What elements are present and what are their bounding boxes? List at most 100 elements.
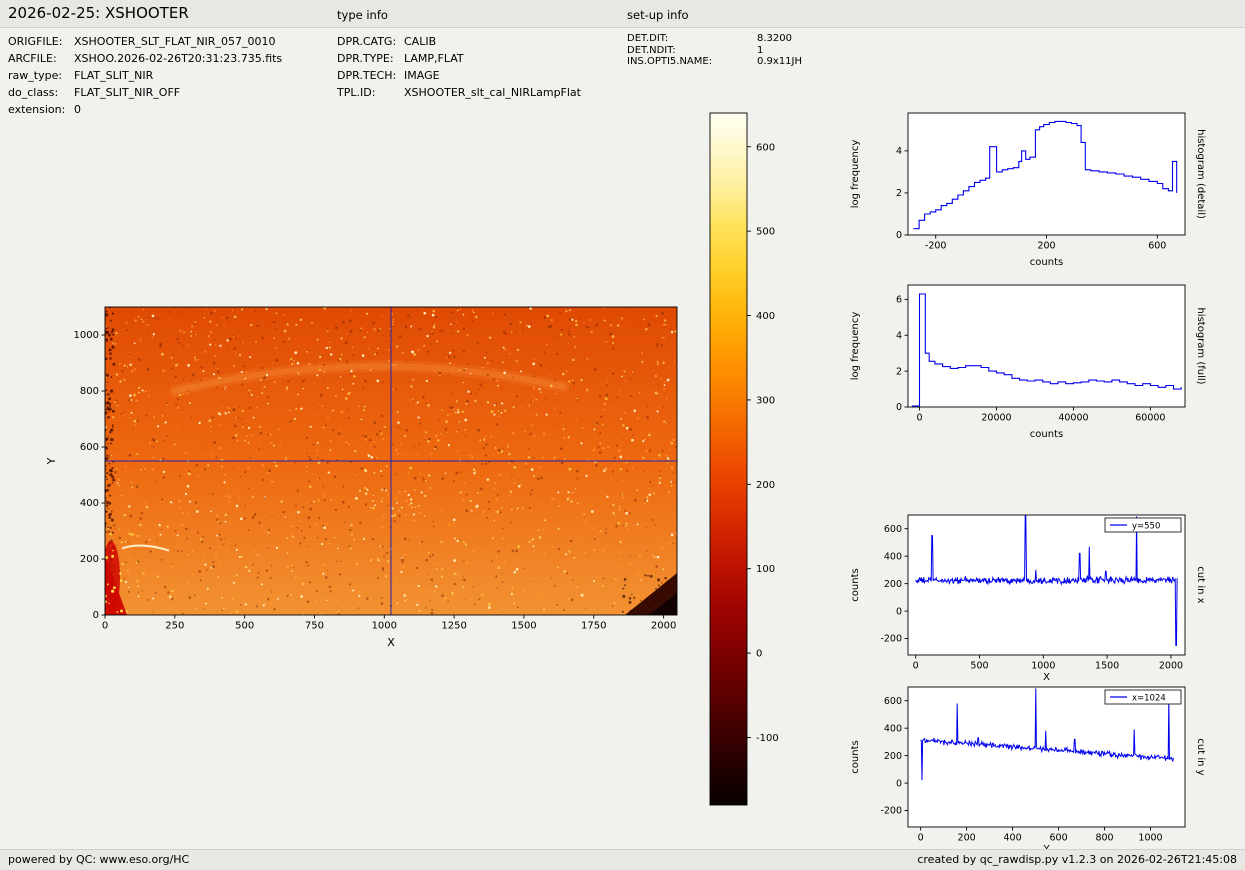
info-row: DPR.TECH:IMAGE	[337, 67, 581, 84]
svg-text:cut in x: cut in x	[1195, 566, 1206, 603]
info-value: 0	[74, 101, 81, 118]
svg-text:0: 0	[93, 610, 99, 621]
info-value: CALIB	[404, 33, 436, 50]
svg-text:400: 400	[884, 723, 902, 734]
svg-text:400: 400	[756, 311, 775, 322]
info-row: DPR.CATG:CALIB	[337, 33, 581, 50]
svg-text:1000: 1000	[1138, 833, 1162, 844]
svg-text:750: 750	[305, 621, 324, 632]
svg-text:4: 4	[896, 330, 902, 341]
svg-text:600: 600	[884, 524, 902, 535]
info-value: FLAT_SLIT_NIR	[74, 67, 153, 84]
file-info-block: ORIGFILE:XSHOOTER_SLT_FLAT_NIR_057_0010A…	[8, 33, 282, 118]
svg-text:600: 600	[756, 142, 775, 153]
raw-image-plot: 0250500750100012501500175020000200400600…	[30, 288, 710, 658]
svg-text:600: 600	[1148, 241, 1166, 252]
svg-text:1250: 1250	[441, 621, 466, 632]
info-label: DPR.TECH:	[337, 67, 404, 84]
cut-in-y-plot: 02004006008001000-2000200400600Ycountscu…	[845, 672, 1210, 857]
info-row: TPL.ID:XSHOOTER_slt_cal_NIRLampFlat	[337, 84, 581, 101]
svg-text:1500: 1500	[1095, 661, 1119, 672]
svg-text:0: 0	[896, 778, 902, 789]
svg-text:1000: 1000	[1031, 661, 1055, 672]
info-row: raw_type:FLAT_SLIT_NIR	[8, 67, 282, 84]
info-value: 1	[757, 45, 763, 57]
info-label: ORIGFILE:	[8, 33, 74, 50]
svg-text:1000: 1000	[372, 621, 397, 632]
info-row: DET.DIT:8.3200	[627, 33, 802, 45]
svg-text:0: 0	[756, 649, 762, 660]
svg-text:4: 4	[896, 146, 902, 157]
info-label: INS.OPTI5.NAME:	[627, 56, 757, 68]
info-value: FLAT_SLIT_NIR_OFF	[74, 84, 180, 101]
setup-info-block: DET.DIT:8.3200DET.NDIT:1INS.OPTI5.NAME:0…	[627, 33, 802, 68]
info-row: ARCFILE:XSHOO.2026-02-26T20:31:23.735.fi…	[8, 50, 282, 67]
svg-text:6: 6	[896, 295, 902, 306]
svg-text:0: 0	[913, 661, 919, 672]
info-label: DET.NDIT:	[627, 45, 757, 57]
info-value: XSHOOTER_slt_cal_NIRLampFlat	[404, 84, 581, 101]
svg-text:2: 2	[896, 366, 902, 377]
info-label: DET.DIT:	[627, 33, 757, 45]
svg-text:40000: 40000	[1058, 413, 1088, 424]
qc-report-page: 2026-02-25: XSHOOTER type info set-up in…	[0, 0, 1245, 870]
header-bar: 2026-02-25: XSHOOTER type info set-up in…	[0, 0, 1245, 28]
cut-in-x-plot: 0500100015002000-2000200400600Xcountscut…	[845, 500, 1210, 685]
info-row: extension:0	[8, 101, 282, 118]
svg-text:1750: 1750	[581, 621, 606, 632]
info-value: 0.9x11JH	[757, 56, 802, 68]
svg-text:histogram (detail): histogram (detail)	[1195, 129, 1206, 219]
svg-text:y=550: y=550	[1132, 522, 1160, 532]
svg-text:500: 500	[756, 227, 775, 238]
info-value: IMAGE	[404, 67, 440, 84]
info-value: LAMP,FLAT	[404, 50, 464, 67]
svg-text:1500: 1500	[511, 621, 536, 632]
svg-text:log frequency: log frequency	[850, 312, 861, 381]
info-value: XSHOO.2026-02-26T20:31:23.735.fits	[74, 50, 282, 67]
info-row: INS.OPTI5.NAME:0.9x11JH	[627, 56, 802, 68]
info-row: ORIGFILE:XSHOOTER_SLT_FLAT_NIR_057_0010	[8, 33, 282, 50]
svg-text:Y: Y	[45, 457, 58, 465]
svg-text:0: 0	[918, 833, 924, 844]
info-label: raw_type:	[8, 67, 74, 84]
svg-text:800: 800	[1095, 833, 1113, 844]
info-label: TPL.ID:	[337, 84, 404, 101]
svg-text:200: 200	[80, 554, 99, 565]
colorbar: 6005004003002001000-100	[700, 105, 815, 820]
type-info-block: DPR.CATG:CALIBDPR.TYPE:LAMP,FLATDPR.TECH…	[337, 33, 581, 101]
info-row: DPR.TYPE:LAMP,FLAT	[337, 50, 581, 67]
svg-text:200: 200	[1037, 241, 1055, 252]
svg-text:200: 200	[884, 751, 902, 762]
svg-text:-200: -200	[880, 634, 902, 645]
svg-text:counts: counts	[850, 740, 861, 773]
svg-text:60000: 60000	[1135, 413, 1165, 424]
svg-text:600: 600	[80, 442, 99, 453]
page-title: 2026-02-25: XSHOOTER	[8, 4, 189, 22]
svg-text:400: 400	[80, 498, 99, 509]
svg-text:300: 300	[756, 395, 775, 406]
setup-info-heading: set-up info	[627, 8, 689, 22]
svg-text:600: 600	[884, 696, 902, 707]
footer-right-text: created by qc_rawdisp.py v1.2.3 on 2026-…	[917, 853, 1237, 866]
svg-text:x=1024: x=1024	[1132, 694, 1166, 704]
svg-text:500: 500	[970, 661, 988, 672]
svg-text:20000: 20000	[981, 413, 1011, 424]
svg-text:0: 0	[896, 402, 902, 413]
info-label: ARCFILE:	[8, 50, 74, 67]
svg-text:0: 0	[917, 413, 923, 424]
svg-text:log frequency: log frequency	[850, 140, 861, 209]
info-label: do_class:	[8, 84, 74, 101]
svg-text:-100: -100	[756, 733, 779, 744]
histogram-detail-plot: -200200600024countslog frequencyhistogra…	[845, 100, 1210, 278]
info-label: DPR.CATG:	[337, 33, 404, 50]
info-label: DPR.TYPE:	[337, 50, 404, 67]
svg-text:200: 200	[756, 480, 775, 491]
svg-text:counts: counts	[1030, 429, 1063, 440]
svg-text:400: 400	[884, 551, 902, 562]
svg-text:0: 0	[896, 230, 902, 241]
svg-text:200: 200	[884, 579, 902, 590]
type-info-heading: type info	[337, 8, 388, 22]
svg-text:2: 2	[896, 188, 902, 199]
svg-text:400: 400	[1004, 833, 1022, 844]
svg-text:0: 0	[102, 621, 108, 632]
